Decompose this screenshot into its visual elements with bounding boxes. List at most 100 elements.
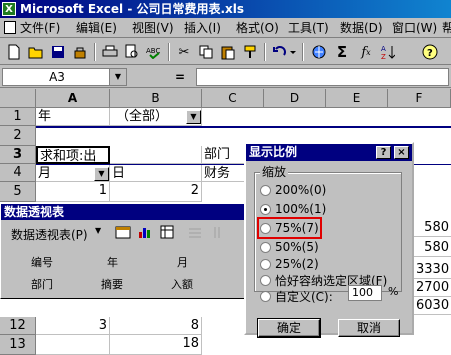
window-title: Microsoft Excel - 公司日常费用表.xls bbox=[20, 2, 245, 16]
radio-button-selected[interactable] bbox=[260, 203, 271, 215]
autosum-icon[interactable]: Σ bbox=[332, 42, 352, 62]
document-icon[interactable] bbox=[4, 21, 16, 34]
equals-icon[interactable]: = bbox=[172, 69, 188, 85]
permission-icon[interactable] bbox=[70, 42, 90, 62]
radio-button[interactable] bbox=[260, 290, 271, 302]
select-all-corner[interactable] bbox=[0, 89, 36, 108]
row-header-2[interactable]: 2 bbox=[0, 126, 36, 146]
zoom-option-custom[interactable]: 自定义(C): bbox=[260, 288, 333, 304]
column-header-a[interactable]: A bbox=[36, 89, 110, 108]
pivot-toolbar-title[interactable]: 数据透视表 bbox=[1, 204, 244, 220]
print-preview-icon[interactable] bbox=[122, 42, 142, 62]
sort-ascending-icon[interactable]: AZ bbox=[378, 42, 398, 62]
zoom-option-50[interactable]: 50%(5) bbox=[260, 239, 319, 255]
cell-a13[interactable] bbox=[36, 335, 110, 355]
cell-b4[interactable]: 日 bbox=[110, 165, 202, 182]
menu-file[interactable]: 文件(F) bbox=[20, 20, 60, 36]
row-header-13[interactable]: 13 bbox=[0, 335, 36, 355]
ok-button[interactable]: 确定 bbox=[257, 318, 321, 338]
toolbar-separator bbox=[264, 43, 266, 61]
show-detail-icon bbox=[211, 224, 229, 240]
row-header-5[interactable]: 5 bbox=[0, 182, 36, 202]
menu-format[interactable]: 格式(O) bbox=[236, 20, 279, 36]
menu-data[interactable]: 数据(D) bbox=[340, 20, 383, 36]
menu-tools[interactable]: 工具(T) bbox=[288, 20, 329, 36]
help-icon[interactable]: ? bbox=[376, 146, 391, 159]
cell-a1[interactable]: 年 bbox=[36, 108, 110, 126]
column-header-c[interactable]: C bbox=[202, 89, 264, 108]
cell-f-value[interactable]: 2700 bbox=[414, 279, 451, 297]
cell-f-value[interactable]: 580 bbox=[414, 239, 451, 257]
menu-view[interactable]: 视图(V) bbox=[132, 20, 174, 36]
spellcheck-icon[interactable]: ABC bbox=[144, 42, 164, 62]
chevron-down-icon[interactable]: ▼ bbox=[95, 226, 101, 235]
zoom-option-75[interactable]: 75%(7) bbox=[257, 217, 322, 239]
row-header-12[interactable]: 12 bbox=[0, 317, 36, 335]
chevron-down-icon[interactable]: ▼ bbox=[109, 69, 126, 85]
column-header-b[interactable]: B bbox=[110, 89, 202, 108]
cell-b13[interactable]: 18 bbox=[110, 335, 202, 355]
radio-button[interactable] bbox=[260, 184, 271, 196]
cell-f-value[interactable]: 6030 bbox=[414, 297, 451, 315]
radio-button[interactable] bbox=[260, 274, 271, 286]
cell-b12[interactable]: 8 bbox=[110, 317, 202, 335]
paste-icon[interactable] bbox=[218, 42, 238, 62]
cancel-button[interactable]: 取消 bbox=[338, 319, 400, 337]
new-icon[interactable] bbox=[4, 42, 24, 62]
close-icon[interactable]: × bbox=[394, 146, 409, 159]
cell-b3[interactable] bbox=[110, 146, 202, 164]
cell-f-value[interactable]: 3330 bbox=[414, 261, 451, 279]
help-icon[interactable]: ? bbox=[420, 42, 440, 62]
cell-a3-active[interactable]: 求和项:出 bbox=[36, 146, 110, 164]
cut-icon[interactable]: ✂ bbox=[174, 42, 194, 62]
cell-f-value[interactable]: 580 bbox=[414, 219, 451, 237]
percent-label: % bbox=[388, 285, 399, 298]
row-header-3[interactable]: 3 bbox=[0, 146, 36, 164]
radio-button[interactable] bbox=[260, 241, 271, 253]
menu-insert[interactable]: 插入(I) bbox=[184, 20, 221, 36]
menu-window[interactable]: 窗口(W) bbox=[392, 20, 437, 36]
row-field-dropdown-icon[interactable]: ▼ bbox=[94, 167, 109, 181]
formula-input[interactable] bbox=[196, 68, 449, 86]
pivot-field-button[interactable]: 编号 bbox=[31, 254, 53, 270]
zoom-option-25[interactable]: 25%(2) bbox=[260, 256, 319, 272]
name-box[interactable]: A3 ▼ bbox=[2, 68, 127, 86]
format-report-icon[interactable] bbox=[115, 224, 133, 240]
pivot-wizard-icon[interactable] bbox=[159, 224, 177, 240]
undo-icon[interactable] bbox=[270, 42, 298, 62]
formula-bar: A3 ▼ = bbox=[0, 66, 451, 88]
zoom-option-200[interactable]: 200%(0) bbox=[260, 182, 326, 198]
hyperlink-icon[interactable] bbox=[310, 42, 330, 62]
save-icon[interactable] bbox=[48, 42, 68, 62]
menu-edit[interactable]: 编辑(E) bbox=[76, 20, 117, 36]
pivot-field-button[interactable]: 摘要 bbox=[101, 276, 123, 292]
pivot-field-button[interactable]: 年 bbox=[107, 254, 118, 270]
cell-b5[interactable]: 2 bbox=[110, 182, 202, 202]
zoom-dialog: 显示比例 ? × 缩放 200%(0) 100%(1) 75%(7) 50%(5… bbox=[244, 142, 414, 338]
cell-a12[interactable]: 3 bbox=[36, 317, 110, 335]
pivot-field-button[interactable]: 入额 bbox=[171, 276, 193, 292]
custom-zoom-input[interactable]: 100 bbox=[348, 285, 382, 301]
zoom-option-100[interactable]: 100%(1) bbox=[260, 201, 326, 217]
pivot-field-button[interactable]: 部门 bbox=[31, 276, 53, 292]
pivot-menu-button[interactable]: 数据透视表(P) bbox=[11, 226, 88, 243]
print-icon[interactable] bbox=[100, 42, 120, 62]
copy-icon[interactable] bbox=[196, 42, 216, 62]
column-header-e[interactable]: E bbox=[326, 89, 388, 108]
row-header-4[interactable]: 4 bbox=[0, 164, 36, 182]
page-field-dropdown-icon[interactable]: ▼ bbox=[186, 110, 201, 124]
pivot-field-button[interactable]: 月 bbox=[177, 254, 188, 270]
column-header-d[interactable]: D bbox=[264, 89, 326, 108]
format-painter-icon[interactable] bbox=[240, 42, 260, 62]
menu-help[interactable]: 帮 bbox=[442, 20, 451, 36]
open-icon[interactable] bbox=[26, 42, 46, 62]
function-icon[interactable]: fx bbox=[356, 42, 376, 62]
toolbar-separator bbox=[94, 43, 96, 61]
cell-a5[interactable]: 1 bbox=[36, 182, 110, 202]
radio-button[interactable] bbox=[260, 258, 271, 270]
row-header-1[interactable]: 1 bbox=[0, 108, 36, 126]
radio-button[interactable] bbox=[260, 222, 271, 234]
hide-detail-icon bbox=[187, 224, 205, 240]
chart-wizard-icon[interactable] bbox=[137, 224, 155, 240]
column-header-f[interactable]: F bbox=[388, 89, 451, 108]
